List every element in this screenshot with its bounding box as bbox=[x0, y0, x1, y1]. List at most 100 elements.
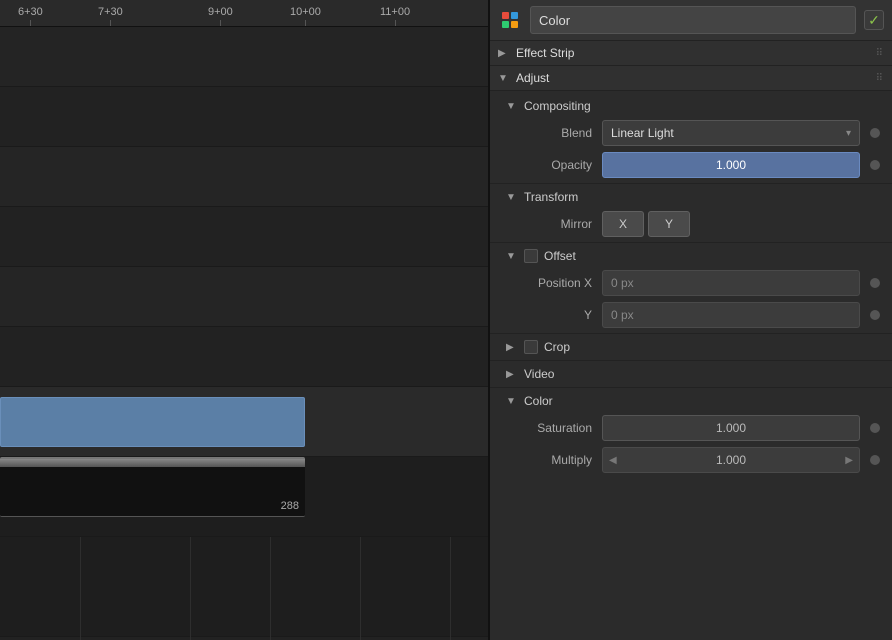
transform-title: Transform bbox=[524, 190, 578, 204]
position-x-field[interactable]: 0 px bbox=[602, 270, 860, 296]
adjust-header[interactable]: ▼ Adjust ⠿ bbox=[490, 66, 892, 91]
adjust-drag: ⠿ bbox=[876, 73, 884, 84]
track-row-4 bbox=[0, 207, 488, 267]
track-area: 288 bbox=[0, 27, 488, 640]
blend-arrow-icon: ▾ bbox=[846, 128, 851, 139]
video-header[interactable]: ▶ Video bbox=[490, 363, 892, 385]
mirror-row: Mirror X Y bbox=[490, 208, 892, 240]
mirror-x-button[interactable]: X bbox=[602, 211, 644, 237]
opacity-field[interactable]: 1.000 bbox=[602, 152, 860, 178]
ruler-mark-2: 7+30 bbox=[98, 6, 123, 26]
multiply-value: 1.000 bbox=[623, 453, 840, 467]
track-row-2 bbox=[0, 87, 488, 147]
saturation-field[interactable]: 1.000 bbox=[602, 415, 860, 441]
saturation-row: Saturation 1.000 bbox=[490, 412, 892, 444]
crop-checkbox[interactable] bbox=[524, 340, 538, 354]
timeline: 6+30 7+30 9+00 10+00 11+00 bbox=[0, 0, 490, 640]
blue-clip[interactable] bbox=[0, 397, 305, 447]
color-icon bbox=[500, 10, 520, 30]
blend-value: Linear Light bbox=[611, 126, 846, 140]
transform-arrow: ▼ bbox=[506, 192, 518, 203]
track-row-5 bbox=[0, 267, 488, 327]
divider-1 bbox=[490, 183, 892, 184]
mirror-buttons: X Y bbox=[602, 211, 880, 237]
adjust-title: Adjust bbox=[516, 71, 549, 85]
position-y-label: Y bbox=[502, 308, 602, 322]
mirror-y-button[interactable]: Y bbox=[648, 211, 690, 237]
opacity-value: 1.000 bbox=[716, 158, 746, 172]
blend-dropdown[interactable]: Linear Light ▾ bbox=[602, 120, 860, 146]
offset-header[interactable]: ▼ Offset bbox=[490, 245, 892, 267]
panel-title-input[interactable] bbox=[530, 6, 856, 34]
ruler-mark-5: 11+00 bbox=[380, 6, 410, 26]
saturation-control: 1.000 bbox=[602, 415, 880, 441]
position-y-dot[interactable] bbox=[870, 310, 880, 320]
timeline-ruler: 6+30 7+30 9+00 10+00 11+00 bbox=[0, 0, 488, 27]
crop-arrow: ▶ bbox=[506, 342, 518, 353]
saturation-label: Saturation bbox=[502, 421, 602, 435]
opacity-label: Opacity bbox=[502, 158, 602, 172]
blend-control: Linear Light ▾ bbox=[602, 120, 880, 146]
track-row-1 bbox=[0, 27, 488, 87]
track-row-6 bbox=[0, 327, 488, 387]
panel-header: ✓ bbox=[490, 0, 892, 41]
clip-number: 288 bbox=[281, 500, 299, 512]
effect-strip-title: Effect Strip bbox=[516, 46, 574, 60]
compositing-arrow: ▼ bbox=[506, 101, 518, 112]
position-x-dot[interactable] bbox=[870, 278, 880, 288]
color-sub-title: Color bbox=[524, 394, 553, 408]
compositing-title: Compositing bbox=[524, 99, 591, 113]
panel-icon bbox=[498, 8, 522, 32]
dark-track-row: 288 bbox=[0, 457, 488, 537]
transform-header[interactable]: ▼ Transform bbox=[490, 186, 892, 208]
track-row-3 bbox=[0, 147, 488, 207]
adjust-arrow: ▼ bbox=[498, 73, 510, 84]
opacity-keyframe-dot[interactable] bbox=[870, 160, 880, 170]
ruler-mark-3: 9+00 bbox=[208, 6, 233, 26]
video-title: Video bbox=[524, 367, 554, 381]
adjust-body: ▼ Compositing Blend Linear Light ▾ Opaci… bbox=[490, 91, 892, 480]
multiply-label: Multiply bbox=[502, 453, 602, 467]
crop-header[interactable]: ▶ Crop bbox=[490, 336, 892, 358]
position-y-value: 0 px bbox=[611, 308, 634, 322]
divider-4 bbox=[490, 360, 892, 361]
blend-keyframe-dot[interactable] bbox=[870, 128, 880, 138]
divider-3 bbox=[490, 333, 892, 334]
position-x-label: Position X bbox=[502, 276, 602, 290]
compositing-header[interactable]: ▼ Compositing bbox=[490, 95, 892, 117]
video-arrow: ▶ bbox=[506, 369, 518, 380]
effect-strip-drag: ⠿ bbox=[876, 48, 884, 59]
effect-strip-header[interactable]: ▶ Effect Strip ⠿ bbox=[490, 41, 892, 66]
position-y-row: Y 0 px bbox=[490, 299, 892, 331]
blue-track-row bbox=[0, 387, 488, 457]
mirror-control: X Y bbox=[602, 211, 880, 237]
clip-bar bbox=[0, 459, 305, 467]
dark-clip[interactable]: 288 bbox=[0, 457, 305, 517]
properties-panel: ✓ ▶ Effect Strip ⠿ ▼ Adjust ⠿ ▼ Composit… bbox=[490, 0, 892, 640]
position-y-field[interactable]: 0 px bbox=[602, 302, 860, 328]
position-x-row: Position X 0 px bbox=[490, 267, 892, 299]
divider-2 bbox=[490, 242, 892, 243]
effect-strip-arrow: ▶ bbox=[498, 48, 510, 59]
empty-track-bottom bbox=[0, 537, 488, 637]
offset-arrow: ▼ bbox=[506, 251, 518, 262]
offset-checkbox[interactable] bbox=[524, 249, 538, 263]
color-sub-header[interactable]: ▼ Color bbox=[490, 390, 892, 412]
panel-check[interactable]: ✓ bbox=[864, 10, 884, 30]
multiply-row: Multiply ◀ 1.000 ▶ bbox=[490, 444, 892, 476]
multiply-control: ◀ 1.000 ▶ bbox=[602, 447, 880, 473]
offset-title: Offset bbox=[544, 249, 576, 263]
ruler-mark-4: 10+00 bbox=[290, 6, 321, 26]
opacity-control: 1.000 bbox=[602, 152, 880, 178]
position-y-control: 0 px bbox=[602, 302, 880, 328]
multiply-dot[interactable] bbox=[870, 455, 880, 465]
multiply-left-arrow-icon: ◀ bbox=[603, 455, 623, 466]
position-x-value: 0 px bbox=[611, 276, 634, 290]
crop-title: Crop bbox=[544, 340, 570, 354]
saturation-dot[interactable] bbox=[870, 423, 880, 433]
blend-row: Blend Linear Light ▾ bbox=[490, 117, 892, 149]
opacity-row: Opacity 1.000 bbox=[490, 149, 892, 181]
saturation-value: 1.000 bbox=[716, 421, 746, 435]
multiply-field[interactable]: ◀ 1.000 ▶ bbox=[602, 447, 860, 473]
multiply-right-arrow-icon: ▶ bbox=[839, 455, 859, 466]
